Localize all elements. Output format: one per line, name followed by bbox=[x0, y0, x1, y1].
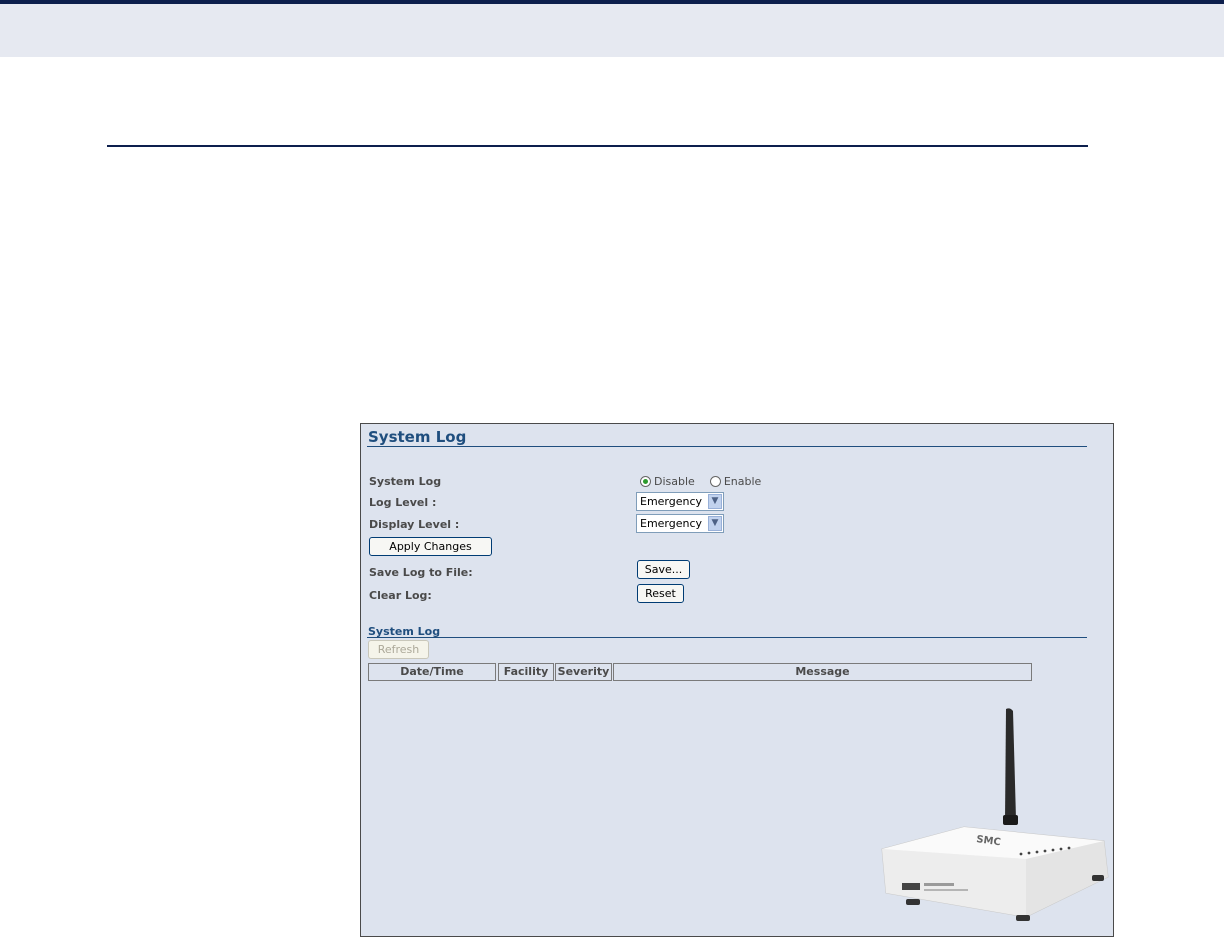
enable-radio-label[interactable]: Enable bbox=[724, 475, 761, 488]
refresh-button[interactable]: Refresh bbox=[368, 640, 429, 659]
router-icon: SMC bbox=[881, 708, 1109, 921]
column-header-message: Message bbox=[613, 663, 1032, 681]
enable-radio[interactable] bbox=[709, 476, 721, 487]
system-log-radio-group: Disable Enable bbox=[640, 475, 761, 488]
page-divider bbox=[107, 145, 1088, 147]
log-level-select[interactable]: Emergency ▼ bbox=[636, 492, 724, 511]
display-level-label: Display Level : bbox=[369, 518, 460, 531]
reset-button[interactable]: Reset bbox=[637, 584, 684, 603]
section-divider bbox=[367, 637, 1087, 638]
page-title: System Log bbox=[368, 428, 467, 446]
system-log-panel: System Log System Log Disable Enable Log… bbox=[360, 423, 1114, 937]
apply-changes-button[interactable]: Apply Changes bbox=[369, 537, 492, 556]
disable-radio-label[interactable]: Disable bbox=[654, 475, 695, 488]
display-level-select[interactable]: Emergency ▼ bbox=[636, 514, 724, 533]
column-header-severity: Severity bbox=[555, 663, 612, 681]
clear-log-label: Clear Log: bbox=[369, 589, 432, 602]
log-level-label: Log Level : bbox=[369, 496, 437, 509]
title-divider bbox=[367, 446, 1087, 447]
header-band bbox=[0, 0, 1224, 57]
save-log-label: Save Log to File: bbox=[369, 566, 473, 579]
chevron-down-icon[interactable]: ▼ bbox=[708, 516, 722, 531]
chevron-down-icon[interactable]: ▼ bbox=[708, 494, 722, 509]
disable-radio[interactable] bbox=[640, 476, 651, 487]
system-log-label: System Log bbox=[369, 475, 442, 488]
column-header-datetime: Date/Time bbox=[368, 663, 496, 681]
column-header-facility: Facility bbox=[498, 663, 554, 681]
display-level-value: Emergency bbox=[640, 517, 703, 530]
save-button[interactable]: Save... bbox=[637, 560, 690, 579]
log-level-value: Emergency bbox=[640, 495, 703, 508]
